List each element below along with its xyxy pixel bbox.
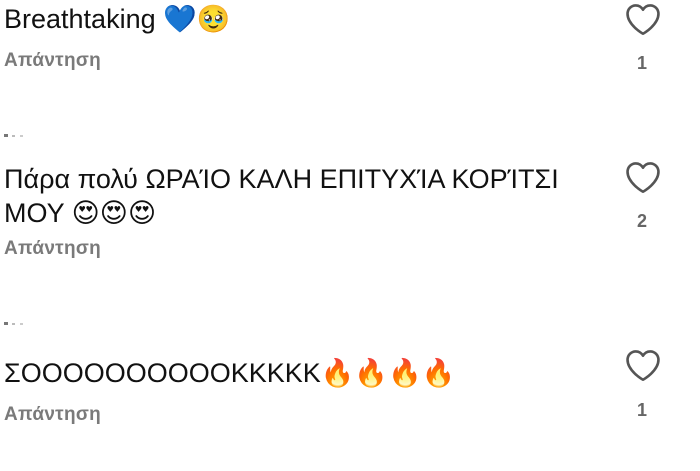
- like-button[interactable]: [624, 348, 662, 382]
- heart-outline-icon: [626, 350, 660, 381]
- comment-text: ΣΟΟΟΟΟΟΟΟΟΟKKKKK🔥🔥🔥🔥: [4, 358, 456, 388]
- reply-button[interactable]: Απάντηση: [4, 238, 101, 260]
- reply-button[interactable]: Απάντηση: [4, 50, 101, 72]
- comment-text: Πάρα πολύ ΩΡΑΊΟ ΚΑΛΗ ΕΠΙΤΥΧΊΑ ΚΟΡΊΤΣΙ ΜΟ…: [4, 164, 559, 228]
- like-button[interactable]: [624, 2, 662, 36]
- like-button[interactable]: [624, 160, 662, 194]
- like-count: 2: [636, 211, 647, 231]
- heart-outline-icon: [626, 4, 660, 35]
- heart-outline-icon: [626, 162, 660, 193]
- like-count: 1: [636, 53, 647, 73]
- avatar-fragment-icon: [4, 322, 23, 325]
- avatar-fragment-icon: [4, 134, 23, 137]
- comment-text: Breathtaking 💙🥹: [4, 4, 231, 34]
- reply-button[interactable]: Απάντηση: [4, 404, 101, 426]
- like-count: 1: [636, 400, 647, 420]
